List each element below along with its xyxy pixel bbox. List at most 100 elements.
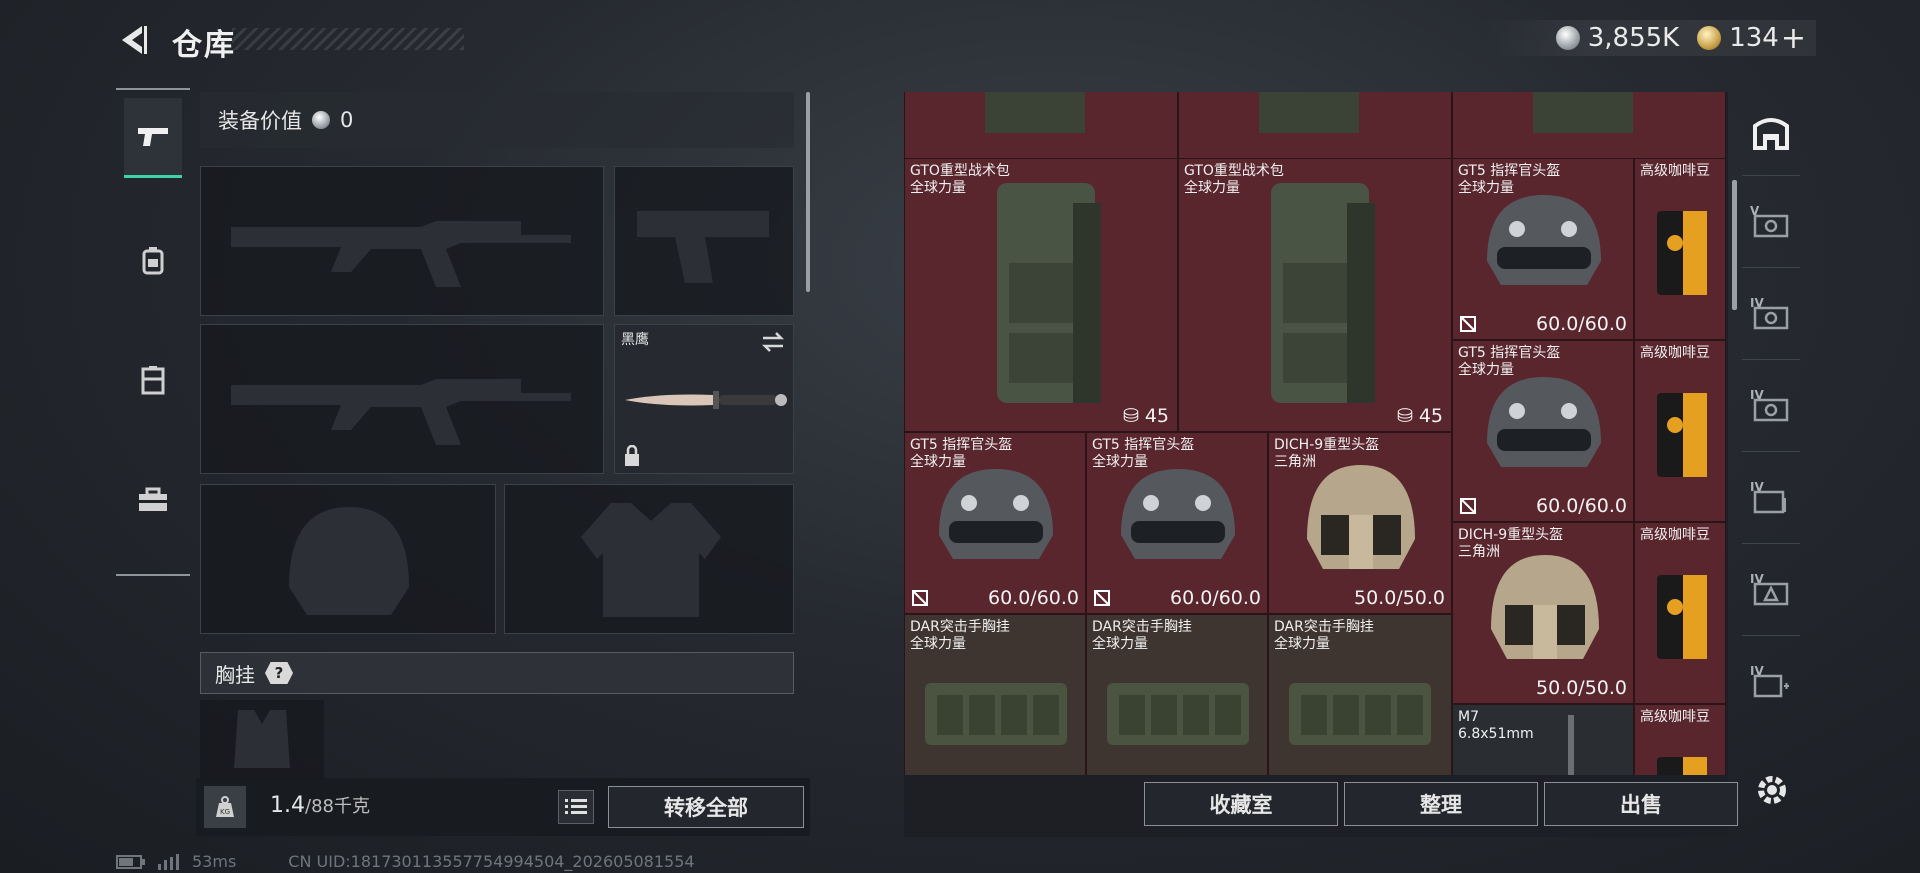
collection-room-button[interactable]: 收藏室: [1144, 782, 1338, 826]
primary-weapon-slot[interactable]: [200, 166, 604, 316]
tab-weapons[interactable]: [124, 98, 182, 178]
ping-text: 53ms: [192, 852, 237, 871]
pistol-icon: [138, 127, 168, 146]
sidebar-item-case-v[interactable]: V: [1742, 180, 1800, 268]
sidebar-item-case-iv-4[interactable]: IV: [1742, 548, 1800, 636]
sidebar-item-case-iv-3[interactable]: IV: [1742, 456, 1800, 544]
storage-item[interactable]: DAR突击手胸挂 全球力量: [904, 614, 1086, 775]
storage-item[interactable]: GT5 指挥官头盔 全球力量 60.0/60.0: [904, 432, 1086, 614]
chest-rig-icon: [1289, 683, 1431, 745]
item-name: 高级咖啡豆: [1640, 709, 1710, 725]
item-durability: 60.0/60.0: [1169, 587, 1261, 609]
status-bar: 53ms CN UID:181730113557754994504_202605…: [116, 852, 695, 871]
secondary-weapon-slot[interactable]: [200, 324, 604, 474]
item-durability: 50.0/50.0: [1353, 587, 1445, 609]
chest-rig-silhouette-icon: [234, 710, 290, 768]
signal-icon: [158, 853, 179, 870]
item-quantity: ⛁45: [1396, 405, 1443, 427]
sidebar-item-case-iv-2[interactable]: IV: [1742, 364, 1800, 452]
storage-item[interactable]: 高级咖啡豆: [1634, 704, 1726, 775]
currency-silver: 3,855K: [1555, 23, 1680, 53]
storage-item[interactable]: 高级咖啡豆: [1634, 158, 1726, 340]
item-name: DAR突击手胸挂 全球力量: [1274, 619, 1374, 652]
storage-item[interactable]: GT5 指挥官头盔 全球力量 60.0/60.0: [1452, 340, 1634, 522]
backpack-icon: [1533, 92, 1633, 133]
list-view-button[interactable]: [558, 790, 594, 824]
helmet-icon: [1121, 469, 1235, 559]
backpack-icon: [997, 183, 1101, 403]
storage-item[interactable]: M7 6.8x51mm: [1452, 704, 1634, 775]
list-icon: [565, 799, 587, 814]
battery-icon: [116, 854, 145, 869]
helmet-icon: [1491, 555, 1599, 659]
broken-armor-icon: [1460, 498, 1476, 514]
gold-amount: 134: [1729, 23, 1779, 53]
weight-readout: 1.4/88千克: [270, 792, 370, 818]
weight-icon: KG: [204, 786, 246, 828]
helmet-slot[interactable]: [200, 484, 496, 634]
storage-item[interactable]: DAR突击手胸挂 全球力量: [1268, 614, 1452, 775]
equipment-panel: 装备价值 0 黑鹰 胸挂 ?: [196, 92, 810, 837]
sidearm-slot[interactable]: [614, 166, 794, 316]
add-currency-button[interactable]: +: [1781, 21, 1806, 56]
chest-rig-icon: [1107, 683, 1249, 745]
item-name: M7 6.8x51mm: [1458, 709, 1534, 742]
item-durability: 60.0/60.0: [1535, 313, 1627, 335]
loadout-tabs: [116, 88, 190, 576]
storage-item[interactable]: 高级咖啡豆: [1634, 522, 1726, 704]
armor-slot[interactable]: [504, 484, 794, 634]
backpack-icon: [985, 92, 1085, 133]
weight-max: /88千克: [305, 796, 370, 817]
svg-text:KG: KG: [220, 808, 230, 816]
rifle-silhouette-icon: [231, 221, 571, 287]
equipment-value-amount: 0: [340, 108, 354, 132]
storage-item[interactable]: GT5 指挥官头盔 全球力量 60.0/60.0: [1086, 432, 1268, 614]
tab-toolbox[interactable]: [124, 460, 182, 540]
storage-item[interactable]: GT5 指挥官头盔 全球力量 60.0/60.0: [1452, 158, 1634, 340]
equipment-scrollbar[interactable]: [806, 92, 810, 292]
sell-button[interactable]: 出售: [1544, 782, 1738, 826]
storage-item[interactable]: GTO重型战术包 全球力量 ⛁ 45: [1178, 158, 1452, 432]
sidebar-item-storage[interactable]: [1742, 88, 1800, 176]
swap-icon[interactable]: [761, 331, 785, 353]
storage-panel: ⛁45 ⛁45 ⛁45 GTO重型战术包全球力量 ⛁45 GTO重型战术包全球力…: [904, 92, 1738, 837]
melee-slot[interactable]: 黑鹰: [614, 324, 794, 474]
weight-bar: KG 1.4/88千克 转移全部: [196, 778, 810, 836]
knife-icon: [625, 391, 787, 409]
coffee-bag-icon: [1657, 757, 1707, 775]
weight-current: 1.4: [270, 793, 305, 818]
chest-rig-label: 胸挂: [215, 662, 255, 687]
sidebar-item-case-iv-1[interactable]: IV: [1742, 272, 1800, 360]
locker-icon: [141, 366, 165, 395]
sidebar-item-case-add[interactable]: IV: [1742, 640, 1800, 728]
storage-sidebar: V IV IV IV IV IV: [1742, 88, 1800, 788]
equipment-value-bar: 装备价值 0: [200, 92, 794, 148]
back-arrow-icon[interactable]: [116, 20, 148, 60]
helmet-icon: [1307, 465, 1415, 569]
transfer-all-button[interactable]: 转移全部: [608, 786, 804, 828]
page-title: 仓库: [172, 28, 236, 63]
help-icon[interactable]: ?: [265, 662, 293, 684]
tab-locker[interactable]: [124, 340, 182, 420]
silver-amount: 3,855K: [1587, 23, 1680, 53]
storage-item[interactable]: DICH-9重型头盔 三角洲 50.0/50.0: [1268, 432, 1452, 614]
tab-backpack[interactable]: [124, 220, 182, 300]
item-name: 高级咖啡豆: [1640, 527, 1710, 543]
storage-item[interactable]: 高级咖啡豆: [1634, 340, 1726, 522]
storage-item[interactable]: DICH-9重型头盔 三角洲 50.0/50.0: [1452, 522, 1634, 704]
currency-gold: 134 +: [1697, 21, 1806, 56]
storage-scrollbar[interactable]: [1732, 180, 1737, 310]
organize-button[interactable]: 整理: [1344, 782, 1538, 826]
item-durability: 60.0/60.0: [987, 587, 1079, 609]
silver-coin-icon: [1555, 26, 1580, 50]
storage-item[interactable]: GTO重型战术包 全球力量 ⛁ 45: [904, 158, 1178, 432]
chest-rig-slot[interactable]: [200, 700, 324, 780]
item-name: 高级咖啡豆: [1640, 163, 1710, 179]
storage-item[interactable]: DAR突击手胸挂 全球力量: [1086, 614, 1268, 775]
chest-rig-section: 胸挂 ?: [200, 652, 794, 694]
storage-actions: 收藏室 整理 出售: [904, 782, 1738, 837]
pistol-silhouette-icon: [637, 211, 769, 283]
gear-icon[interactable]: [1752, 770, 1792, 810]
backpack-icon: [1271, 183, 1375, 403]
backpack-icon: [142, 247, 164, 275]
